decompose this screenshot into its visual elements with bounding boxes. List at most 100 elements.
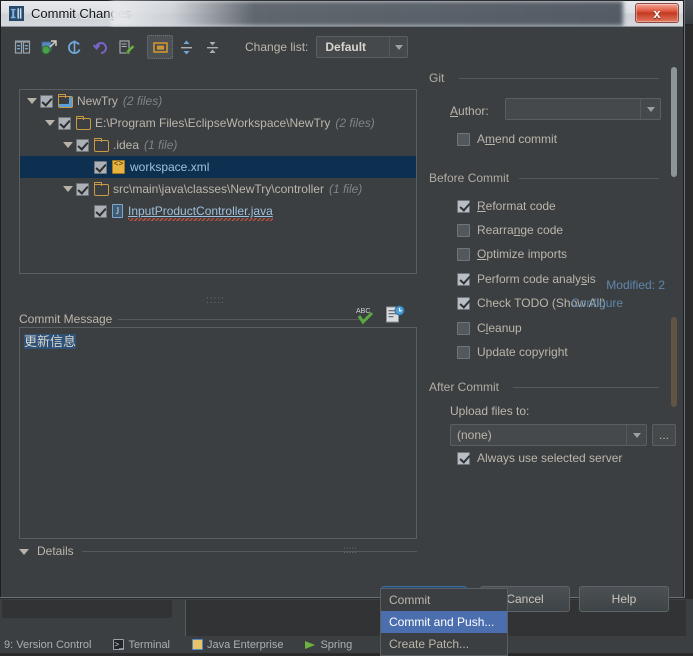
changes-toolbar: Change list: Default (9, 33, 673, 61)
scrollbar-thumb[interactable] (671, 67, 677, 177)
upload-server-value: (none) (457, 428, 492, 442)
status-item-terminal[interactable]: >_ Terminal (113, 639, 170, 651)
backdrop-tool-list-top (2, 600, 172, 618)
help-button[interactable]: Help (579, 586, 669, 612)
table-row[interactable]: J InputProductController.java (20, 200, 416, 222)
status-item-java-enterprise[interactable]: Java Enterprise (192, 639, 283, 651)
close-button[interactable]: x (635, 3, 679, 23)
title-bar-blur-overlay (111, 1, 623, 26)
reformat-code-option[interactable]: Reformat code (457, 199, 556, 213)
row-checkbox[interactable] (58, 116, 71, 130)
details-splitter-handle[interactable]: ::::: (343, 545, 357, 556)
group-by-directory-icon[interactable] (147, 35, 173, 59)
java-file-icon: J (112, 204, 123, 218)
optimize-imports-option[interactable]: Optimize imports (457, 247, 567, 261)
modified-count-label: Modified: 2 (606, 278, 665, 292)
expand-all-icon[interactable] (173, 35, 199, 59)
configure-link[interactable]: Configure (571, 296, 623, 310)
tree-item-count: (2 files) (122, 94, 163, 108)
table-row[interactable]: E:\Program Files\EclipseWorkspace\NewTry… (20, 112, 416, 134)
xml-file-icon (112, 160, 125, 174)
dialog-title: Commit Changes (31, 6, 132, 21)
update-copyright-checkbox[interactable] (457, 345, 470, 359)
reformat-code-label: Reformat code (477, 199, 556, 213)
details-section-toggle[interactable]: Details ::::: (19, 543, 417, 559)
row-checkbox[interactable] (40, 94, 53, 108)
upload-server-combo[interactable]: (none) (450, 424, 647, 446)
git-group-divider (429, 78, 659, 79)
chevron-down-icon[interactable] (24, 98, 40, 104)
row-checkbox[interactable] (94, 204, 107, 218)
optimize-imports-checkbox[interactable] (457, 247, 470, 261)
commit-message-input[interactable]: 更新信息 (19, 327, 417, 539)
status-label: 9: Version Control (4, 638, 92, 651)
amend-commit-option[interactable]: Amend commit (457, 132, 557, 146)
reformat-code-checkbox[interactable] (457, 199, 470, 213)
cleanup-label: Cleanup (477, 321, 522, 335)
tree-item-label[interactable]: InputProductController.java (128, 204, 273, 221)
update-copyright-label: Update copyright (477, 345, 568, 359)
spellcheck-icon[interactable]: ABC (355, 305, 375, 325)
rollback-icon[interactable] (87, 35, 113, 59)
dialog-title-bar: Commit Changes x (1, 1, 683, 27)
changelist-value: Default (325, 40, 367, 54)
collapse-all-icon[interactable] (199, 35, 225, 59)
table-row[interactable]: NewTry (2 files) (20, 90, 416, 112)
rearrange-code-option[interactable]: Rearrange code (457, 223, 563, 237)
tree-item-label: E:\Program Files\EclipseWorkspace\NewTry (95, 116, 331, 130)
edit-source-icon[interactable] (113, 35, 139, 59)
status-item-version-control[interactable]: 9: Version Control (4, 639, 91, 651)
row-checkbox[interactable] (76, 182, 89, 196)
chevron-down-icon[interactable] (42, 120, 58, 126)
menu-item-commit[interactable]: Commit (381, 589, 507, 611)
perform-code-analysis-label: Perform code analysis (477, 272, 596, 286)
row-checkbox[interactable] (94, 160, 107, 174)
always-use-selected-server-checkbox[interactable] (457, 451, 470, 465)
details-divider: ::::: (81, 545, 417, 556)
java-enterprise-icon (192, 639, 204, 650)
amend-commit-checkbox[interactable] (457, 132, 470, 146)
before-commit-divider (519, 178, 659, 179)
status-item-spring[interactable]: Spring (305, 639, 352, 651)
commit-dropdown-menu[interactable]: Commit Commit and Push... Create Patch..… (380, 588, 508, 656)
changelist-combo[interactable]: Default (316, 36, 409, 58)
table-row[interactable]: workspace.xml (20, 156, 416, 178)
always-use-selected-server-option[interactable]: Always use selected server (457, 451, 622, 465)
tree-item-label: .idea (113, 138, 140, 152)
intellij-logo-icon (9, 6, 24, 21)
module-folder-icon (58, 94, 73, 108)
optimize-imports-label: Optimize imports (477, 247, 568, 261)
options-scrollbar[interactable] (669, 67, 679, 567)
chevron-down-icon[interactable] (19, 542, 29, 560)
chevron-down-icon[interactable] (60, 142, 76, 148)
commit-message-value: 更新信息 (24, 334, 77, 349)
cleanup-option[interactable]: Cleanup (457, 321, 522, 335)
status-bar: 9: Version Control >_ Terminal Java Ente… (0, 636, 693, 653)
check-todo-checkbox[interactable] (457, 296, 470, 310)
perform-code-analysis-option[interactable]: Perform code analysis (457, 272, 596, 286)
vertical-splitter-handle[interactable]: ::::: (206, 295, 225, 306)
show-diff-icon[interactable] (9, 35, 35, 59)
refresh-icon[interactable] (61, 35, 87, 59)
changed-files-tree[interactable]: NewTry (2 files) E:\Program Files\Eclips… (19, 89, 417, 274)
perform-code-analysis-checkbox[interactable] (457, 272, 470, 286)
table-row[interactable]: src\main\java\classes\NewTry\controller … (20, 178, 416, 200)
chevron-down-icon[interactable] (60, 186, 76, 192)
spring-icon (305, 639, 316, 650)
commit-message-label: Commit Message (19, 312, 119, 326)
chevron-down-icon (389, 37, 407, 57)
menu-item-commit-and-push[interactable]: Commit and Push... (381, 611, 507, 633)
before-commit-group-label: Before Commit (429, 171, 516, 185)
update-copyright-option[interactable]: Update copyright (457, 345, 568, 359)
rearrange-code-label: Rearrange code (477, 223, 564, 237)
rearrange-code-checkbox[interactable] (457, 223, 470, 237)
cleanup-checkbox[interactable] (457, 321, 470, 335)
menu-item-create-patch[interactable]: Create Patch... (381, 633, 507, 655)
commit-message-divider (106, 319, 368, 320)
message-history-icon[interactable] (385, 305, 405, 325)
table-row[interactable]: .idea (1 file) (20, 134, 416, 156)
author-combo[interactable] (505, 98, 661, 120)
amend-commit-label: Amend commit (477, 132, 558, 146)
row-checkbox[interactable] (76, 138, 89, 152)
revert-group-icon[interactable] (35, 35, 61, 59)
